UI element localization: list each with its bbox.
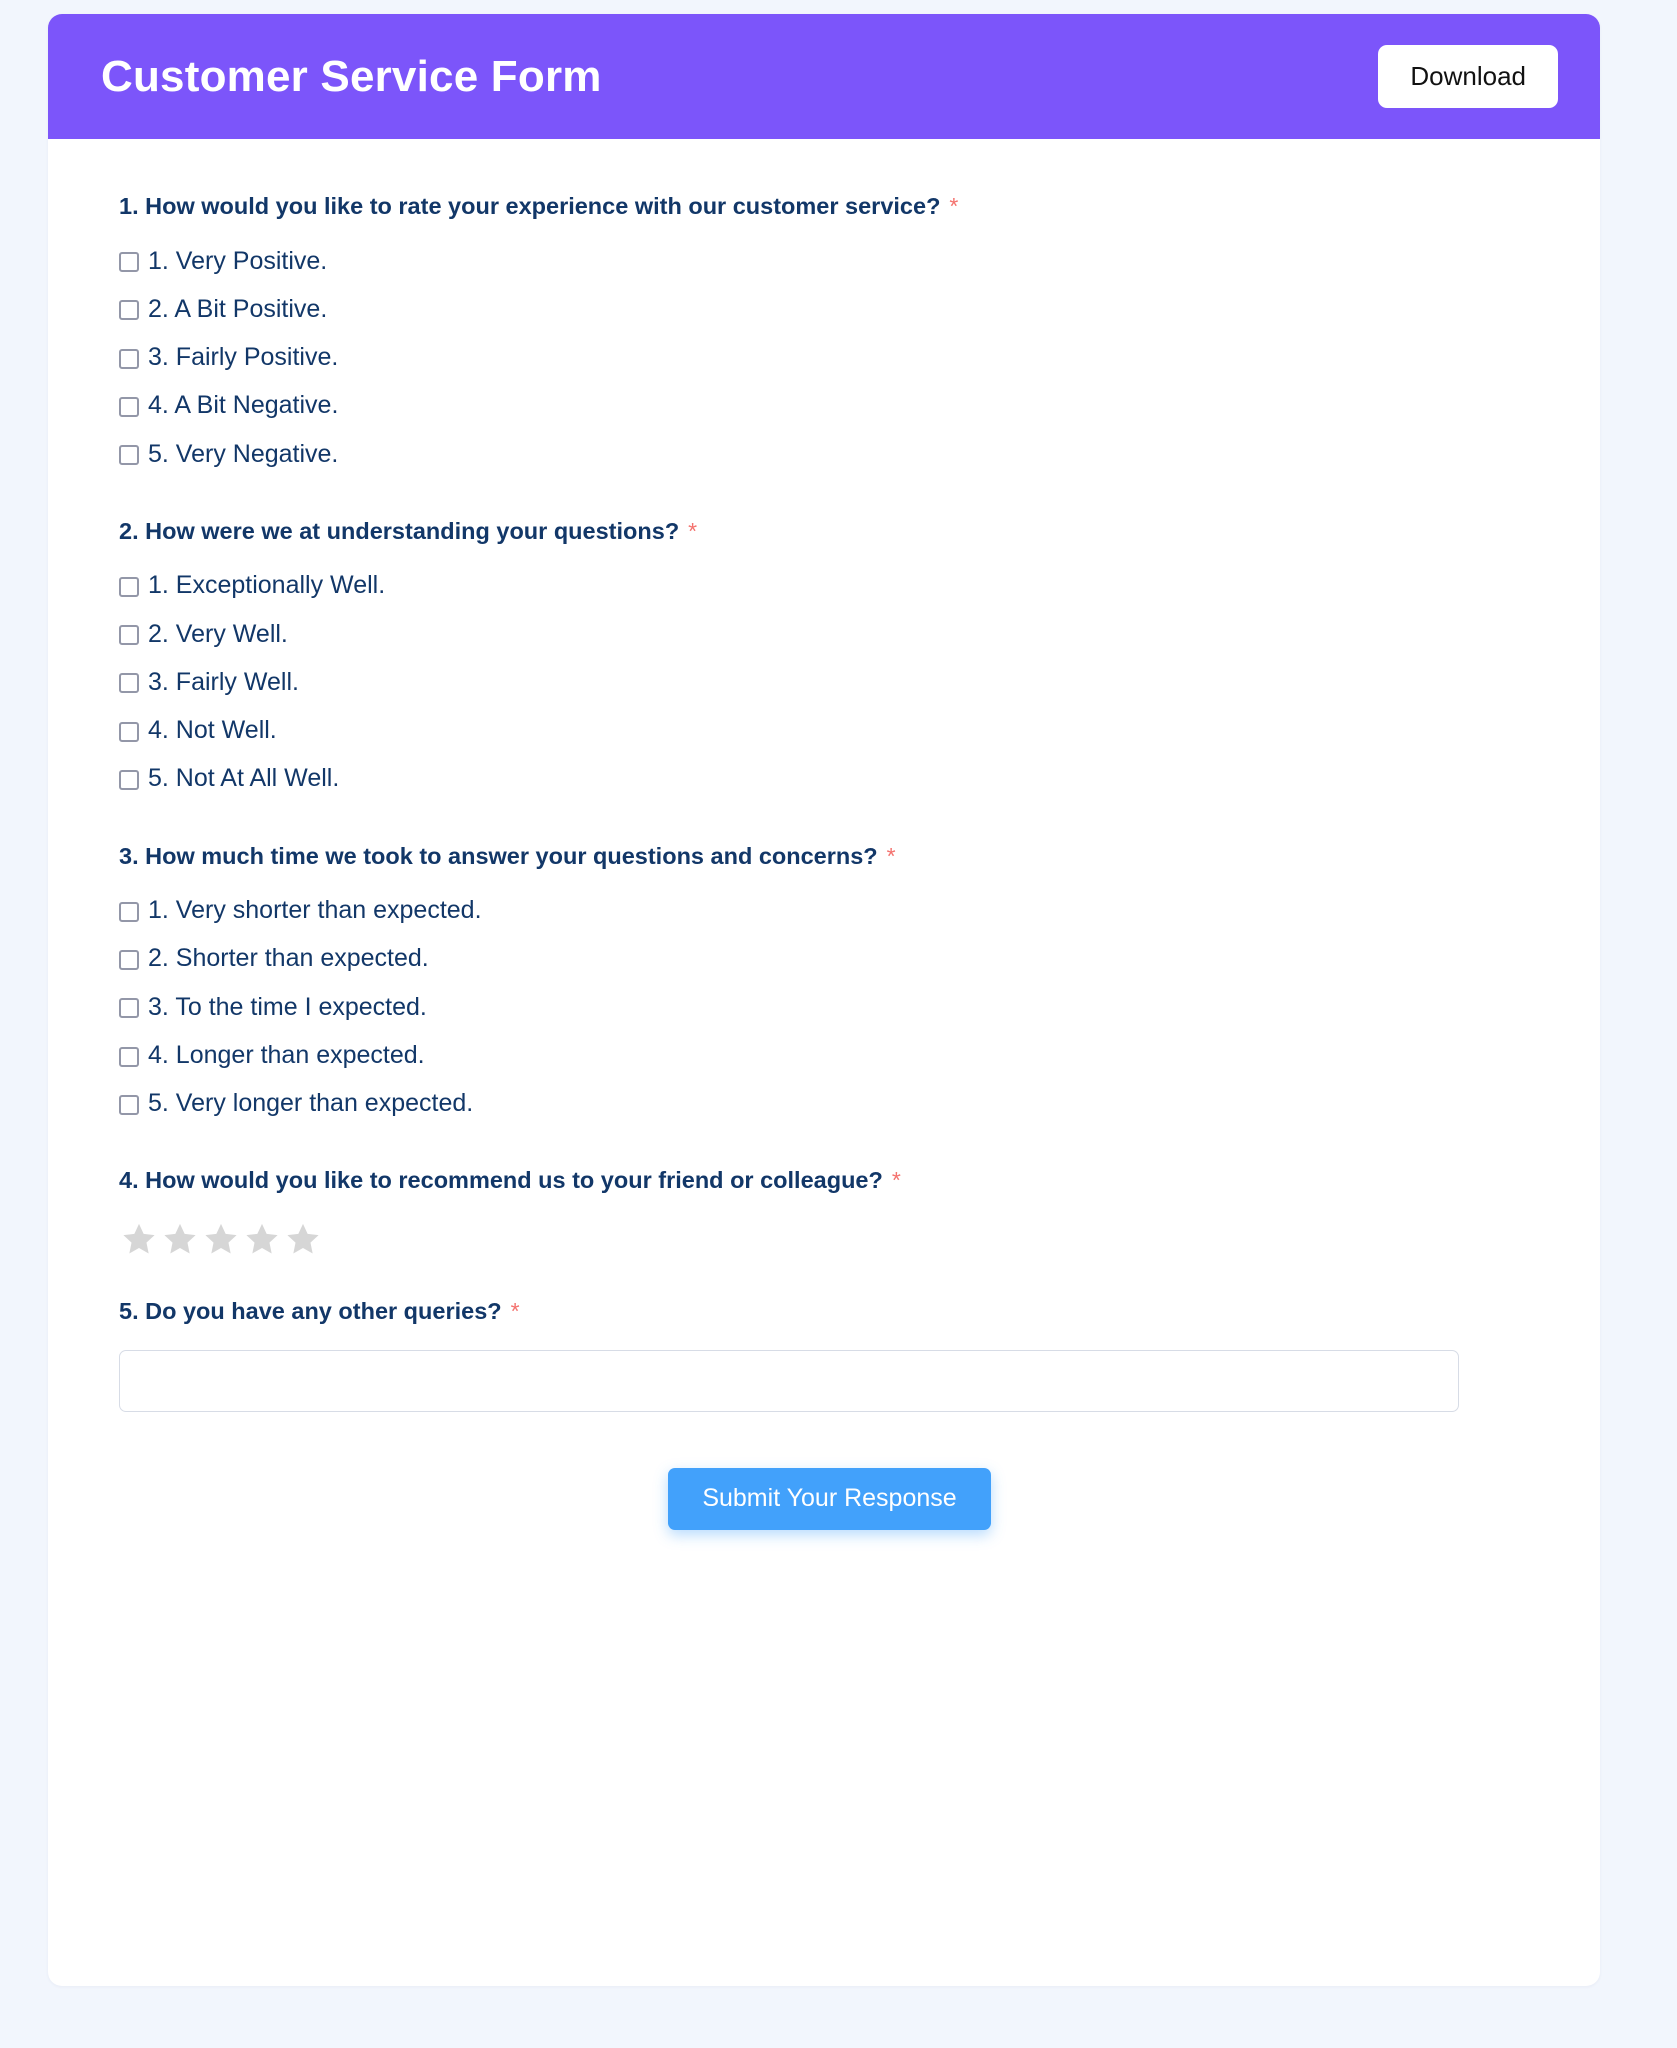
option-label: 1. Very shorter than expected.: [148, 896, 482, 925]
form-body: 1. How would you like to rate your exper…: [48, 139, 1600, 1622]
required-asterisk-2: *: [688, 517, 698, 544]
required-asterisk-3: *: [886, 842, 896, 869]
checkbox-icon[interactable]: [119, 300, 139, 321]
checkbox-icon[interactable]: [119, 1046, 139, 1067]
question-block-3: 3. How much time we took to answer your …: [119, 841, 1540, 1120]
checkbox-icon[interactable]: [119, 950, 139, 971]
star-icon[interactable]: [285, 1220, 321, 1256]
option-label: 4. Not Well.: [148, 716, 277, 745]
submit-response-button[interactable]: Submit Your Response: [668, 1468, 991, 1530]
question-text-2: 2. How were we at understanding your que…: [119, 517, 680, 544]
question-block-1: 1. How would you like to rate your exper…: [119, 191, 1540, 470]
option-label: 3. Fairly Well.: [148, 667, 299, 696]
question-title-3: 3. How much time we took to answer your …: [119, 841, 1540, 872]
required-asterisk-1: *: [949, 193, 959, 219]
form-card: Customer Service Form Download 1. How wo…: [48, 14, 1600, 1986]
star-rating-widget[interactable]: [121, 1220, 1540, 1256]
checkbox-icon[interactable]: [119, 673, 139, 694]
checkbox-icon[interactable]: [119, 396, 139, 417]
option-item[interactable]: 5. Not At All Well.: [119, 763, 1540, 794]
option-item[interactable]: 4. Longer than expected.: [119, 1040, 1540, 1071]
option-item[interactable]: 1. Very Positive.: [119, 246, 1540, 277]
question-text-5: 5. Do you have any other queries?: [119, 1297, 502, 1324]
question-text-3: 3. How much time we took to answer your …: [119, 842, 878, 869]
option-item[interactable]: 1. Very shorter than expected.: [119, 895, 1540, 926]
download-button[interactable]: Download: [1378, 45, 1558, 108]
option-label: 1. Very Positive.: [148, 246, 328, 275]
option-label: 3. Fairly Positive.: [148, 343, 339, 372]
queries-input[interactable]: [119, 1350, 1459, 1413]
option-item[interactable]: 3. Fairly Positive.: [119, 342, 1540, 373]
options-list-3: 1. Very shorter than expected. 2. Shorte…: [119, 895, 1540, 1119]
option-item[interactable]: 2. Very Well.: [119, 619, 1540, 650]
star-icon[interactable]: [244, 1220, 280, 1256]
question-block-5: 5. Do you have any other queries? *: [119, 1296, 1540, 1413]
checkbox-icon[interactable]: [119, 769, 139, 790]
question-block-4: 4. How would you like to recommend us to…: [119, 1165, 1540, 1256]
question-title-5: 5. Do you have any other queries? *: [119, 1296, 1540, 1327]
star-icon[interactable]: [121, 1220, 157, 1256]
option-item[interactable]: 4. Not Well.: [119, 715, 1540, 746]
star-icon[interactable]: [203, 1220, 239, 1256]
options-list-1: 1. Very Positive. 2. A Bit Positive. 3. …: [119, 246, 1540, 470]
checkbox-icon[interactable]: [119, 998, 139, 1019]
checkbox-icon[interactable]: [119, 348, 139, 369]
checkbox-icon[interactable]: [119, 576, 139, 597]
option-label: 3. To the time I expected.: [148, 992, 427, 1021]
checkbox-icon[interactable]: [119, 445, 139, 466]
option-item[interactable]: 1. Exceptionally Well.: [119, 570, 1540, 601]
checkbox-icon[interactable]: [119, 1094, 139, 1115]
option-item[interactable]: 3. Fairly Well.: [119, 667, 1540, 698]
option-label: 4. A Bit Negative.: [148, 391, 339, 420]
option-label: 2. Very Well.: [148, 619, 288, 648]
option-label: 5. Not At All Well.: [148, 764, 340, 793]
checkbox-icon[interactable]: [119, 901, 139, 922]
option-item[interactable]: 2. Shorter than expected.: [119, 943, 1540, 974]
question-title-2: 2. How were we at understanding your que…: [119, 516, 1540, 547]
required-asterisk-4: *: [891, 1167, 901, 1194]
question-title-4: 4. How would you like to recommend us to…: [119, 1165, 1540, 1196]
star-icon[interactable]: [162, 1220, 198, 1256]
question-block-2: 2. How were we at understanding your que…: [119, 516, 1540, 795]
question-text-1: 1. How would you like to rate your exper…: [119, 193, 941, 219]
question-title-1: 1. How would you like to rate your exper…: [119, 191, 1540, 222]
option-label: 2. A Bit Positive.: [148, 294, 328, 323]
option-item[interactable]: 4. A Bit Negative.: [119, 390, 1540, 421]
option-label: 4. Longer than expected.: [148, 1040, 425, 1069]
checkbox-icon[interactable]: [119, 252, 139, 273]
option-item[interactable]: 3. To the time I expected.: [119, 992, 1540, 1023]
page-title: Customer Service Form: [101, 51, 602, 101]
option-item[interactable]: 2. A Bit Positive.: [119, 294, 1540, 325]
option-label: 2. Shorter than expected.: [148, 944, 429, 973]
options-list-2: 1. Exceptionally Well. 2. Very Well. 3. …: [119, 570, 1540, 794]
option-label: 5. Very Negative.: [148, 439, 339, 468]
checkbox-icon[interactable]: [119, 625, 139, 646]
question-text-4: 4. How would you like to recommend us to…: [119, 1167, 883, 1194]
option-label: 1. Exceptionally Well.: [148, 571, 386, 600]
option-item[interactable]: 5. Very longer than expected.: [119, 1088, 1540, 1119]
checkbox-icon[interactable]: [119, 721, 139, 742]
page-root: Customer Service Form Download 1. How wo…: [0, 0, 1677, 2048]
option-item[interactable]: 5. Very Negative.: [119, 439, 1540, 470]
submit-row: Submit Your Response: [119, 1468, 1540, 1622]
option-label: 5. Very longer than expected.: [148, 1089, 474, 1118]
form-header: Customer Service Form Download: [48, 14, 1600, 139]
required-asterisk-5: *: [510, 1297, 520, 1324]
